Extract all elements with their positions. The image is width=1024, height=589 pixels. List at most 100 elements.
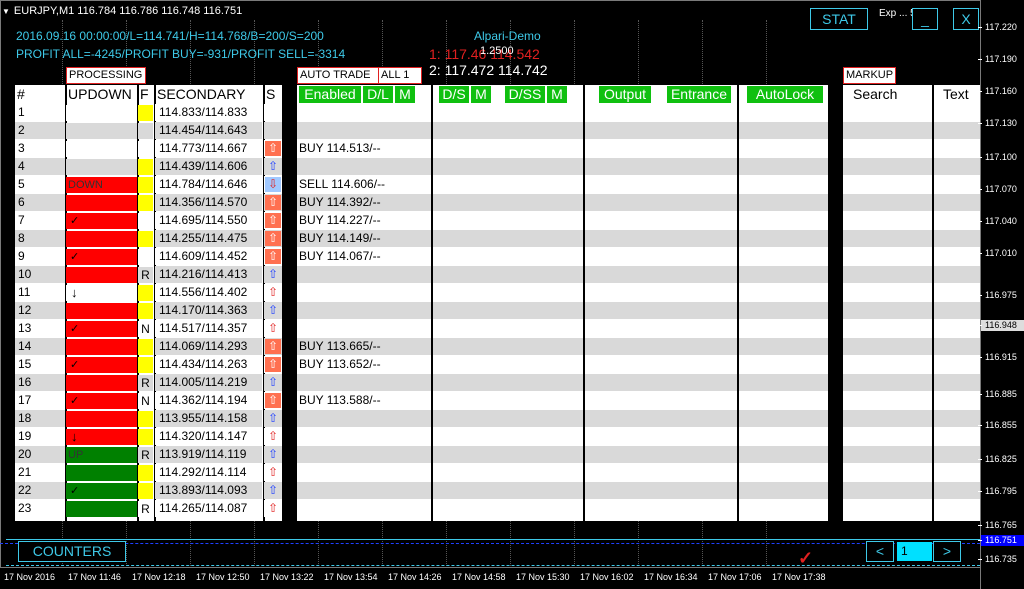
price-label: 116.855	[978, 420, 1024, 431]
trade-cell	[739, 356, 828, 373]
secondary-value: 114.320/114.147	[155, 428, 262, 445]
trade-cell	[433, 500, 583, 517]
auto-entrance-button[interactable]: Entrance	[667, 86, 731, 103]
prev-page-button[interactable]: <	[866, 541, 894, 562]
trade-cell	[585, 176, 737, 193]
arrow-down-icon: ⇩	[265, 177, 281, 192]
auto-enabled-button[interactable]: Enabled	[299, 86, 361, 103]
chart-title: ▼ EURJPY,M1 116.784 116.786 116.748 116.…	[2, 3, 242, 19]
auto-dss-button[interactable]: D/SS	[505, 86, 545, 103]
price-label: 116.751	[978, 535, 1024, 546]
trade-cell	[585, 122, 737, 139]
check-icon: ✓	[70, 359, 80, 371]
row-number: 15	[15, 356, 65, 373]
stat-button[interactable]: STAT	[810, 8, 868, 30]
auto-autolock-button[interactable]: AutoLock	[747, 86, 823, 103]
trade-cell: BUY 114.227/--	[297, 212, 431, 229]
time-label: 17 Nov 14:26	[388, 572, 442, 582]
s-cell: ⇧	[264, 230, 282, 247]
f-cell	[138, 177, 153, 193]
trade-cell	[585, 410, 737, 427]
markup-text-cell	[934, 158, 980, 175]
trade-cell	[433, 410, 583, 427]
s-cell: ⇧	[264, 500, 282, 517]
markup-search-cell	[843, 428, 932, 445]
trade-cell	[739, 446, 828, 463]
markup-search-cell	[843, 140, 932, 157]
markup-text-cell	[934, 428, 980, 445]
f-cell	[138, 339, 153, 355]
row-number: 11	[15, 284, 65, 301]
trade-cell	[585, 374, 737, 391]
markup-search-cell	[843, 248, 932, 265]
trade-cell	[739, 302, 828, 319]
close-button[interactable]: X	[953, 8, 979, 30]
time-label: 17 Nov 11:46	[68, 572, 121, 582]
auto-m-button[interactable]: M	[547, 86, 567, 103]
all-filter-label[interactable]: ALL 1	[378, 67, 422, 84]
secondary-value: 114.362/114.194	[155, 392, 262, 409]
f-cell	[138, 303, 153, 319]
row-number: 16	[15, 374, 65, 391]
next-page-button[interactable]: >	[933, 541, 961, 562]
auto-ds-button[interactable]: D/S	[439, 86, 469, 103]
auto-m-button[interactable]: M	[471, 86, 491, 103]
header-f: F	[138, 86, 153, 104]
row-number: 1	[15, 104, 65, 121]
markup-search-cell	[843, 230, 932, 247]
auto-output-button[interactable]: Output	[599, 86, 651, 103]
auto-dl-button[interactable]: D/L	[363, 86, 393, 103]
broker-name: Alpari-Demo	[474, 29, 541, 43]
chart-title-text: EURJPY,M1 116.784 116.786 116.748 116.75…	[13, 5, 243, 17]
markup-text-cell	[934, 104, 980, 121]
arrow-up-icon: ⇧	[265, 213, 281, 228]
trade-cell	[433, 122, 583, 139]
trade-cell	[585, 158, 737, 175]
trade-cell	[585, 356, 737, 373]
markup-table: Search Text	[843, 85, 980, 521]
trade-cell	[433, 392, 583, 409]
trade-cell	[739, 392, 828, 409]
f-cell: R	[138, 267, 153, 283]
counters-button[interactable]: COUNTERS	[18, 541, 126, 562]
f-cell	[138, 429, 153, 445]
header-number: #	[15, 86, 65, 104]
markup-text-cell	[934, 176, 980, 193]
trade-cell	[739, 266, 828, 283]
time-axis: 17 Nov 2016 17 Nov 11:46 17 Nov 12:18 17 No…	[0, 567, 980, 589]
secondary-value: 114.556/114.402	[155, 284, 262, 301]
trade-cell	[739, 428, 828, 445]
trade-cell	[585, 194, 737, 211]
markup-search-cell	[843, 266, 932, 283]
row-number: 12	[15, 302, 65, 319]
markup-text-cell	[934, 410, 980, 427]
updown-cell	[66, 123, 137, 139]
price-label: 116.885	[978, 389, 1024, 400]
dropdown-triangle-icon[interactable]: ▼	[2, 7, 10, 16]
time-label: 17 Nov 16:02	[580, 572, 634, 582]
markup-search-cell	[843, 374, 932, 391]
trade-cell	[433, 428, 583, 445]
markup-text-cell	[934, 194, 980, 211]
markup-text-cell	[934, 248, 980, 265]
s-cell: ⇧	[264, 320, 282, 337]
auto-m-button[interactable]: M	[395, 86, 415, 103]
minimize-button[interactable]: _	[912, 8, 938, 30]
trade-cell	[433, 464, 583, 481]
s-cell: ⇧	[264, 302, 282, 319]
secondary-value: 114.255/114.475	[155, 230, 262, 247]
arrow-up-icon: ⇧	[265, 195, 281, 210]
secondary-value: 114.609/114.452	[155, 248, 262, 265]
auto-trade-label: AUTO TRADE	[297, 67, 379, 84]
arrow-up-icon: ⇧	[267, 159, 279, 173]
page-number[interactable]: 1	[897, 542, 932, 561]
markup-search-cell	[843, 338, 932, 355]
markup-text-cell	[934, 392, 980, 409]
markup-search-cell	[843, 158, 932, 175]
arrow-up-icon: ⇧	[267, 465, 279, 479]
row-number: 13	[15, 320, 65, 337]
updown-cell	[66, 141, 137, 157]
secondary-value: 113.919/114.119	[155, 446, 262, 463]
info-line-2: PROFIT ALL=-4245/PROFIT BUY=-931/PROFIT …	[16, 47, 346, 61]
trade-cell	[739, 482, 828, 499]
